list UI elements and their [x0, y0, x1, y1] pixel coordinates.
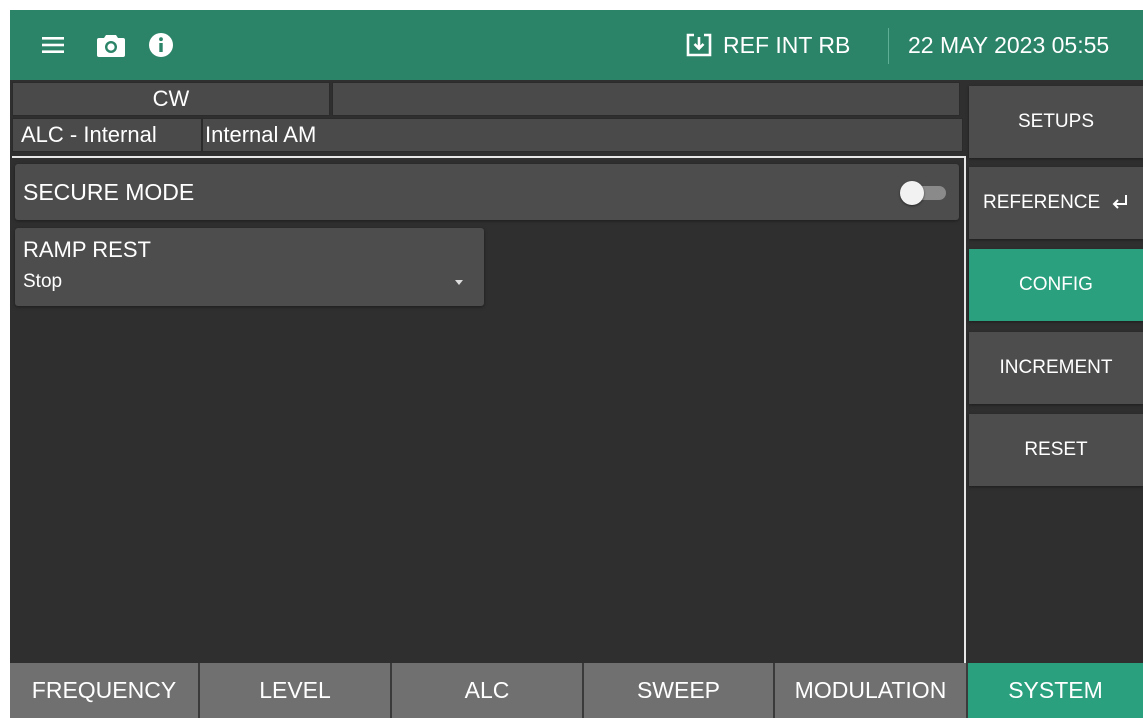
top-bar: REF INT RB 22 MAY 2023 05:55: [10, 10, 1143, 80]
enter-return-icon: [1111, 193, 1129, 217]
increment-label: INCREMENT: [999, 357, 1113, 378]
reset-label: RESET: [1024, 439, 1088, 460]
tab-modulation[interactable]: MODULATION: [775, 663, 968, 718]
secure-mode-label: SECURE MODE: [23, 179, 195, 205]
info-icon[interactable]: [148, 31, 174, 59]
secure-mode-toggle[interactable]: [900, 181, 952, 205]
caret-down-icon: [455, 280, 463, 285]
config-label: CONFIG: [1019, 274, 1093, 295]
horizontal-divider: [12, 156, 965, 158]
tab-alc[interactable]: ALC: [392, 663, 584, 718]
vertical-divider: [964, 156, 966, 663]
toggle-knob: [900, 181, 924, 205]
tab-level[interactable]: LEVEL: [200, 663, 392, 718]
ramp-rest-label: RAMP REST: [23, 237, 151, 262]
date-time: 22 MAY 2023 05:55: [908, 32, 1110, 58]
alc-status: ALC - Internal: [12, 118, 202, 152]
hamburger-menu-icon[interactable]: [40, 31, 66, 59]
setups-button[interactable]: SETUPS: [969, 86, 1143, 158]
modulation-status: Internal AM: [202, 118, 963, 152]
ramp-rest-value: Stop: [23, 271, 63, 292]
reference-status[interactable]: REF INT RB: [723, 30, 850, 60]
reference-label: REFERENCE: [983, 192, 1101, 213]
mode-status: CW: [12, 82, 330, 116]
blank-status: [332, 82, 960, 116]
ramp-rest-dropdown[interactable]: RAMP REST Stop: [15, 228, 484, 306]
camera-icon[interactable]: [96, 31, 126, 59]
secure-mode-row[interactable]: SECURE MODE: [15, 164, 959, 220]
increment-button[interactable]: INCREMENT: [969, 332, 1143, 404]
tab-sweep[interactable]: SWEEP: [584, 663, 775, 718]
header-divider: [888, 28, 889, 64]
download-box-icon[interactable]: [684, 31, 714, 59]
tab-frequency[interactable]: FREQUENCY: [10, 663, 200, 718]
config-button[interactable]: CONFIG: [969, 249, 1143, 321]
reference-button[interactable]: REFERENCE: [969, 167, 1143, 239]
setups-label: SETUPS: [1017, 111, 1095, 132]
tab-system[interactable]: SYSTEM: [968, 663, 1143, 718]
reset-button[interactable]: RESET: [969, 414, 1143, 486]
bottom-tab-bar: FREQUENCY LEVEL ALC SWEEP MODULATION SYS…: [10, 663, 1143, 718]
